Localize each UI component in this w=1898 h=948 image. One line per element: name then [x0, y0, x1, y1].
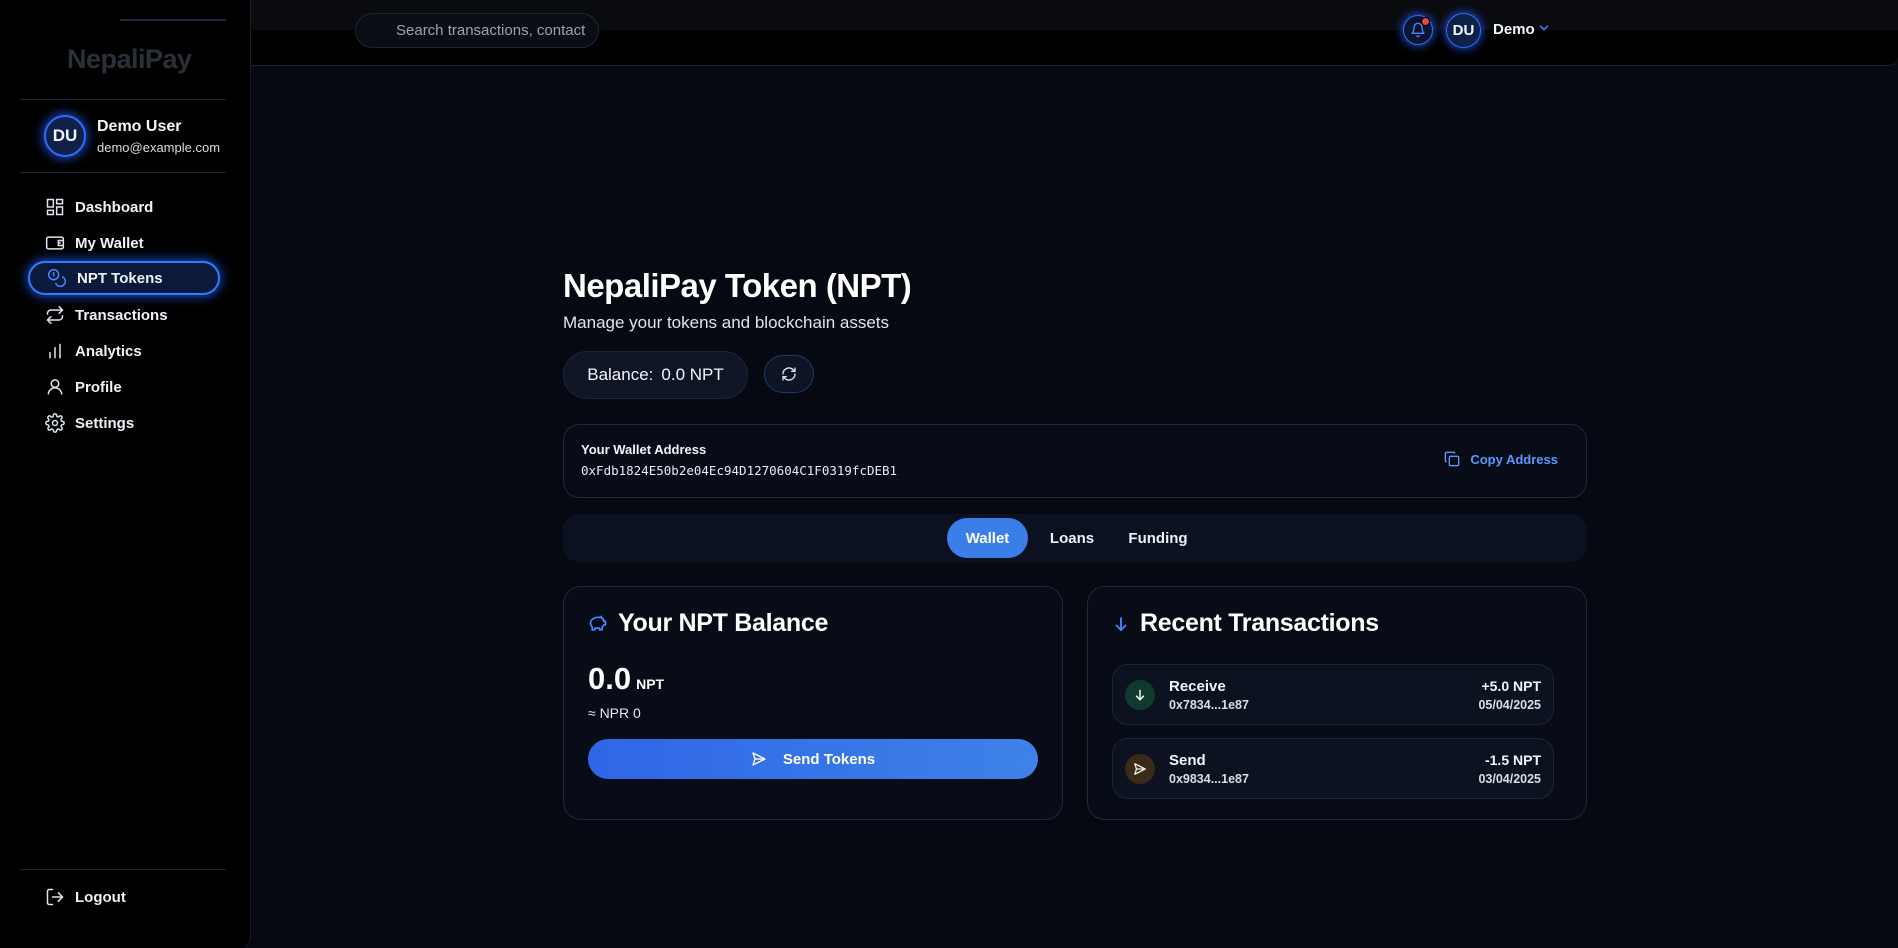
copy-icon [1444, 451, 1460, 467]
transaction-address: 0x9834...1e87 [1169, 772, 1249, 786]
piggy-bank-icon [588, 614, 608, 634]
transaction-item[interactable]: Send 0x9834...1e87 -1.5 NPT 03/04/2025 [1112, 738, 1554, 799]
bar-chart-icon [45, 341, 65, 361]
page-title: NepaliPay Token (NPT) [563, 267, 912, 304]
card-title-text: Recent Transactions [1140, 609, 1379, 637]
refresh-icon [781, 366, 797, 382]
transaction-amount: -1.5 NPT [1484, 752, 1541, 768]
copy-address-button[interactable]: Copy Address [1444, 451, 1558, 467]
header-user-name[interactable]: Demo [1493, 21, 1535, 38]
sidebar-user-name: Demo User [97, 118, 182, 135]
sidebar-item-label: Profile [75, 378, 122, 396]
tab-loans[interactable]: Loans [1039, 518, 1105, 558]
send-icon [751, 751, 767, 767]
wallet-address-card: Your Wallet Address 0xFdb1824E50b2e04Ec9… [563, 424, 1587, 498]
page-subtitle: Manage your tokens and blockchain assets [563, 313, 890, 332]
copy-address-label: Copy Address [1470, 451, 1558, 467]
card-title-text: Your NPT Balance [618, 609, 829, 637]
wallet-address-label: Your Wallet Address [581, 442, 707, 457]
send-tokens-label: Send Tokens [782, 750, 876, 768]
arrows-swap-icon [45, 305, 65, 325]
sidebar-item-npt-tokens[interactable]: NPT Tokens [28, 261, 220, 295]
balance-unit: NPT [636, 676, 665, 692]
sidebar-item-label: Settings [75, 414, 135, 432]
logout-label: Logout [75, 888, 126, 906]
logout-icon [45, 887, 65, 907]
dashboard-icon [45, 197, 65, 217]
balance-value: 0.0 NPT [661, 365, 724, 384]
header-avatar[interactable]: DU [1446, 13, 1481, 48]
card-title: Recent Transactions [1112, 609, 1379, 638]
sidebar-item-analytics[interactable]: Analytics [28, 334, 220, 368]
npr-equivalent: ≈ NPR 0 [588, 705, 641, 721]
transaction-address: 0x7834...1e87 [1169, 698, 1249, 712]
top-bar: DU Demo [0, 0, 1898, 66]
sidebar-divider [20, 869, 226, 870]
top-bar-strip [0, 0, 1898, 30]
receive-badge [1125, 680, 1155, 710]
search-bar[interactable] [355, 13, 599, 48]
transaction-amount: +5.0 NPT [1481, 678, 1541, 694]
sidebar-item-transactions[interactable]: Transactions [28, 298, 220, 332]
sidebar-item-label: NPT Tokens [77, 269, 163, 287]
sidebar-item-profile[interactable]: Profile [28, 370, 220, 404]
send-tokens-button[interactable]: Send Tokens [588, 739, 1038, 779]
refresh-button[interactable] [764, 355, 814, 393]
sidebar-item-label: Dashboard [75, 198, 154, 216]
logout-button[interactable]: Logout [28, 880, 220, 914]
wallet-address-value: 0xFdb1824E50b2e04Ec94D1270604C1F0319fcDE… [581, 463, 898, 478]
sidebar: NepaliPay DU Demo User demo@example.com … [0, 0, 251, 948]
sidebar-item-label: Analytics [75, 342, 142, 360]
tab-bar: Wallet Loans Funding [563, 514, 1587, 562]
coins-icon [47, 268, 67, 288]
card-title: Your NPT Balance [588, 609, 828, 638]
transaction-item[interactable]: Receive 0x7834...1e87 +5.0 NPT 05/04/202… [1112, 664, 1554, 725]
notification-badge [1421, 17, 1430, 26]
balance-number: 0.0 [588, 661, 632, 696]
search-input[interactable] [396, 22, 586, 39]
transaction-date: 03/04/2025 [1478, 772, 1541, 786]
sidebar-item-dashboard[interactable]: Dashboard [28, 190, 220, 224]
tab-wallet[interactable]: Wallet [947, 518, 1028, 558]
recent-transactions-card: Recent Transactions Receive 0x7834...1e8… [1087, 586, 1587, 820]
balance-pill: Balance: 0.0 NPT [563, 351, 748, 399]
transaction-type: Receive [1169, 678, 1226, 695]
arrow-down-icon [1112, 615, 1130, 633]
sidebar-user-email: demo@example.com [97, 140, 221, 155]
transaction-type: Send [1169, 752, 1206, 769]
notifications-button[interactable] [1403, 15, 1433, 45]
send-icon [1133, 762, 1147, 776]
arrow-down-icon [1133, 688, 1147, 702]
tab-funding[interactable]: Funding [1116, 518, 1200, 558]
balance-label: Balance: [587, 365, 654, 384]
wallet-icon [45, 233, 65, 253]
sidebar-item-label: My Wallet [75, 234, 144, 252]
send-badge [1125, 754, 1155, 784]
sidebar-item-settings[interactable]: Settings [28, 406, 220, 440]
app-logo[interactable]: NepaliPay [67, 44, 192, 75]
gear-icon [45, 413, 65, 433]
user-icon [45, 377, 65, 397]
sidebar-item-my-wallet[interactable]: My Wallet [28, 226, 220, 260]
npt-balance-card: Your NPT Balance 0.0 NPT ≈ NPR 0 Send To… [563, 586, 1063, 820]
transaction-date: 05/04/2025 [1478, 698, 1541, 712]
npt-balance-amount: 0.0 NPT [588, 661, 664, 697]
logo-accent-bar [120, 19, 226, 21]
sidebar-divider [20, 172, 226, 173]
sidebar-divider [20, 99, 226, 100]
sidebar-avatar: DU [44, 115, 86, 157]
chevron-down-icon[interactable] [1537, 21, 1551, 40]
sidebar-item-label: Transactions [75, 306, 168, 324]
